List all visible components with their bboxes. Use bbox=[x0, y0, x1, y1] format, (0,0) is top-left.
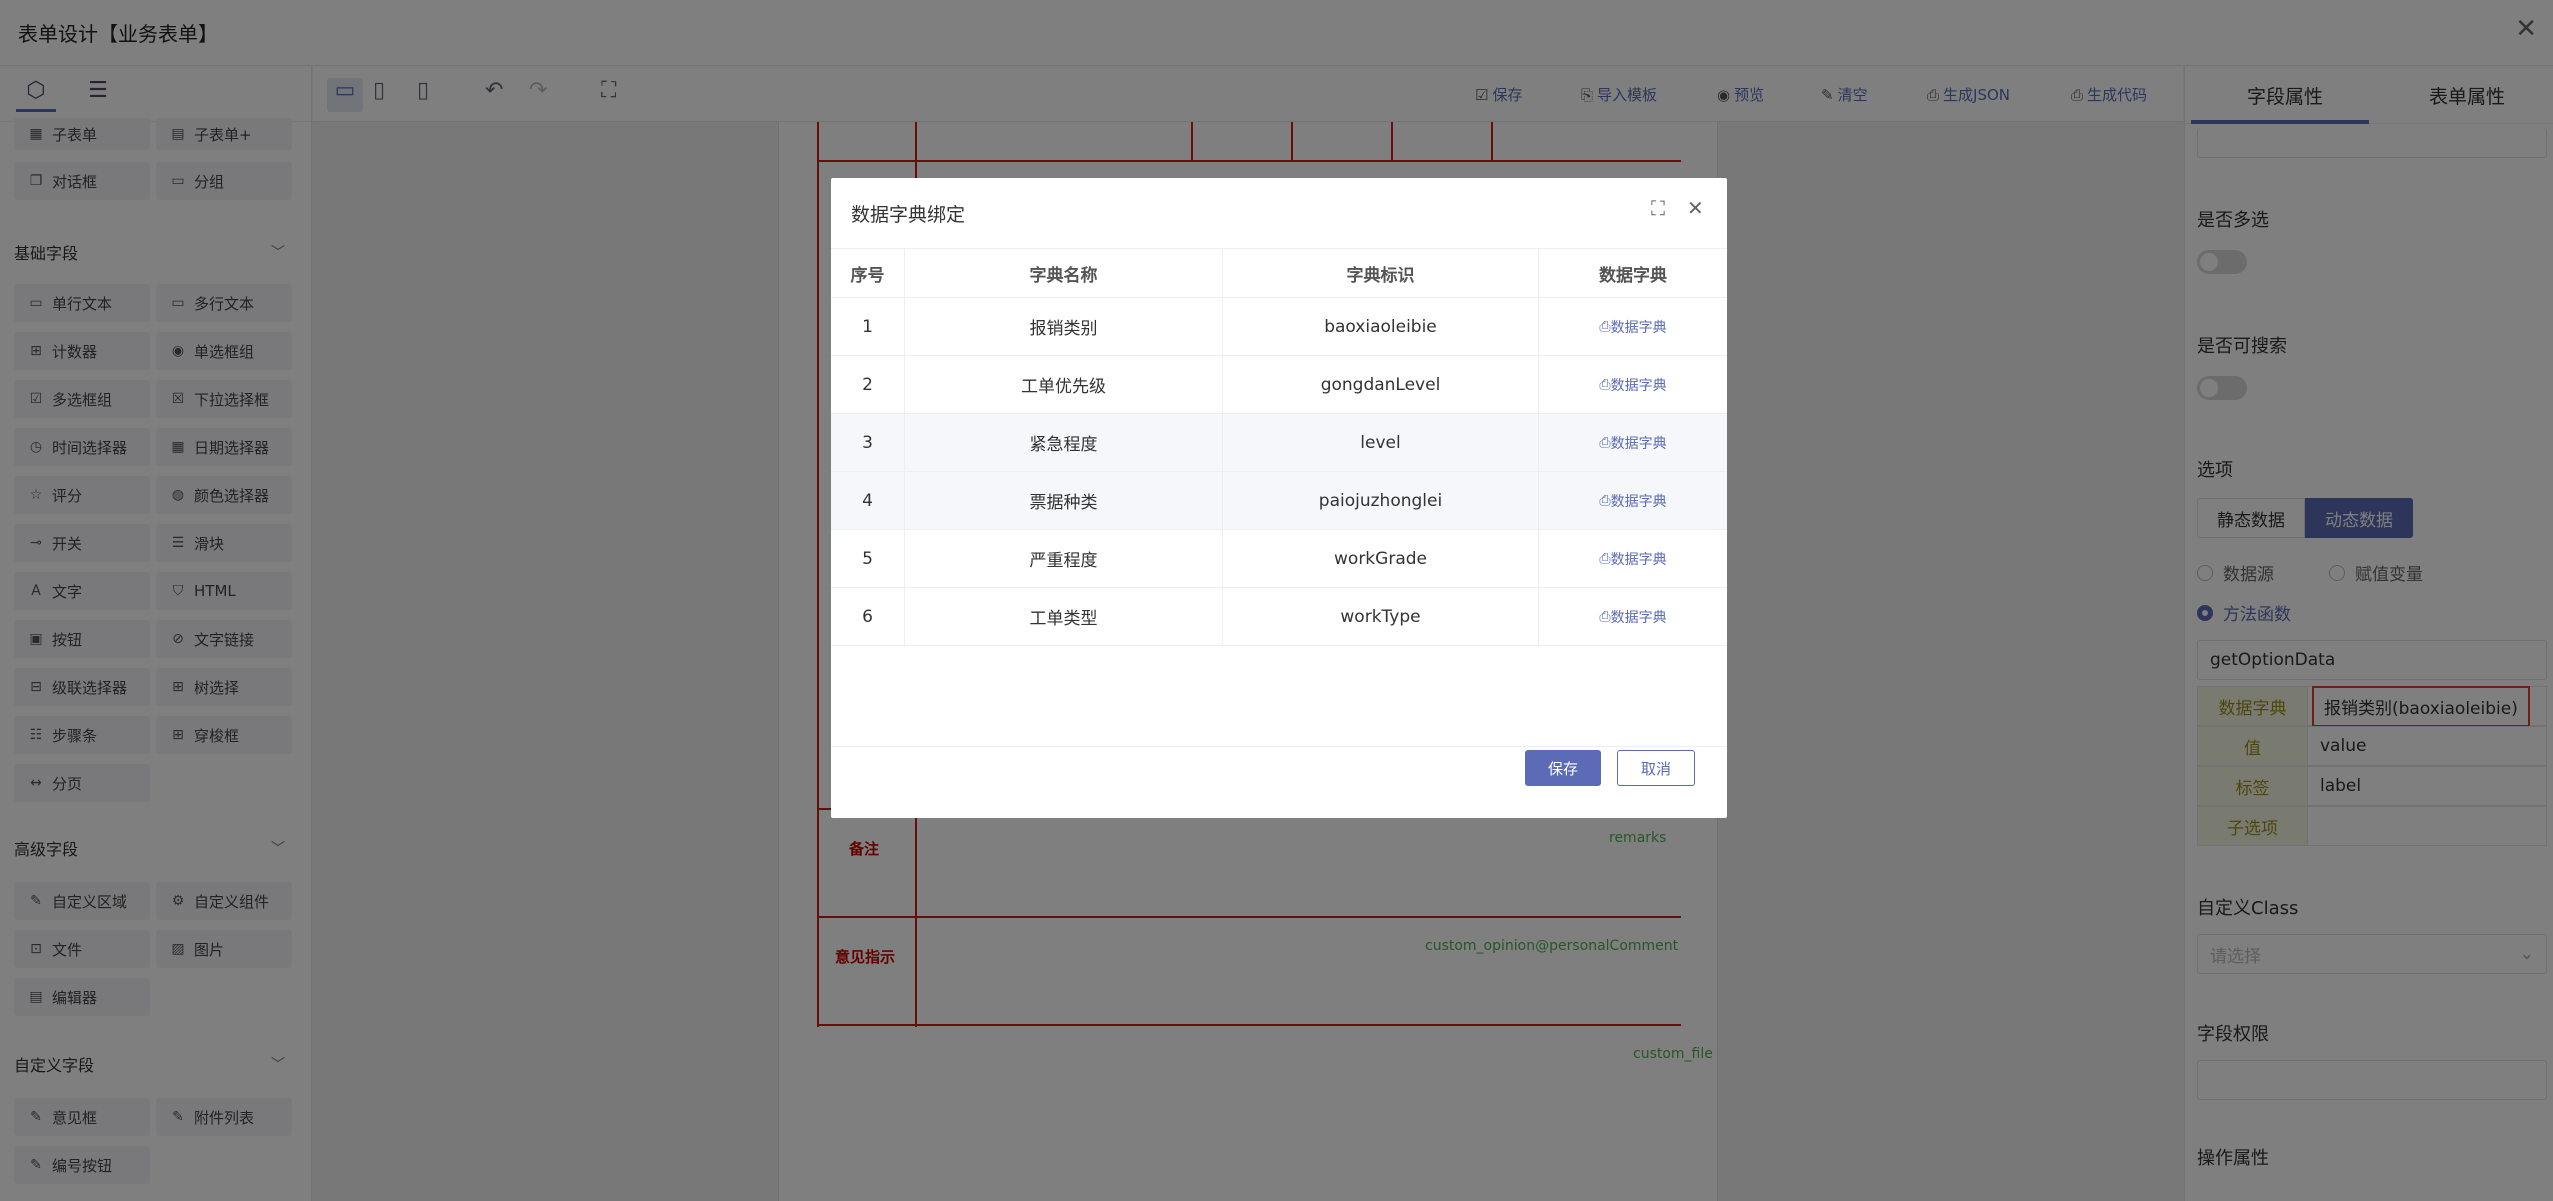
dict-link-icon: ⎙ bbox=[1599, 376, 1611, 393]
dict-link-icon: ⎙ bbox=[1599, 608, 1611, 625]
row-name: 报销类别 bbox=[905, 298, 1223, 355]
row-code: workType bbox=[1223, 588, 1539, 645]
row-dict-link[interactable]: ⎙ 数据字典 bbox=[1539, 472, 1727, 529]
dict-link-icon: ⎙ bbox=[1599, 434, 1611, 451]
table-row[interactable]: 5 严重程度 workGrade ⎙ 数据字典 bbox=[831, 530, 1727, 588]
row-no: 4 bbox=[831, 472, 905, 529]
header-code: 字典标识 bbox=[1223, 249, 1539, 297]
table-header: 序号 字典名称 字典标识 数据字典 bbox=[831, 248, 1727, 298]
row-code: gongdanLevel bbox=[1223, 356, 1539, 413]
row-dict-link[interactable]: ⎙ 数据字典 bbox=[1539, 356, 1727, 413]
row-code: baoxiaoleibie bbox=[1223, 298, 1539, 355]
table-row[interactable]: 1 报销类别 baoxiaoleibie ⎙ 数据字典 bbox=[831, 298, 1727, 356]
row-no: 3 bbox=[831, 414, 905, 471]
row-name: 严重程度 bbox=[905, 530, 1223, 587]
row-code: paiojuzhonglei bbox=[1223, 472, 1539, 529]
table-row[interactable]: 4 票据种类 paiojuzhonglei ⎙ 数据字典 bbox=[831, 472, 1727, 530]
row-no: 1 bbox=[831, 298, 905, 355]
dialog-title: 数据字典绑定 bbox=[851, 204, 966, 226]
header-dict: 数据字典 bbox=[1599, 265, 1667, 286]
dict-link-icon: ⎙ bbox=[1599, 550, 1611, 567]
close-icon[interactable]: ✕ bbox=[1687, 196, 1704, 220]
row-dict-link[interactable]: ⎙ 数据字典 bbox=[1539, 530, 1727, 587]
row-code: workGrade bbox=[1223, 530, 1539, 587]
row-dict-link[interactable]: ⎙ 数据字典 bbox=[1539, 298, 1727, 355]
header-no: 序号 bbox=[831, 249, 905, 297]
row-dict-link[interactable]: ⎙ 数据字典 bbox=[1539, 414, 1727, 471]
maximize-icon[interactable]: ⛶ bbox=[1651, 196, 1665, 220]
dict-dialog: 数据字典绑定 ⛶ ✕ 序号 字典名称 字典标识 数据字典 1 报销类别 baox… bbox=[831, 178, 1727, 818]
row-name: 票据种类 bbox=[905, 472, 1223, 529]
row-no: 5 bbox=[831, 530, 905, 587]
table-row[interactable]: 6 工单类型 workType ⎙ 数据字典 bbox=[831, 588, 1727, 646]
row-name: 紧急程度 bbox=[905, 414, 1223, 471]
header-name: 字典名称 bbox=[905, 249, 1223, 297]
row-code: level bbox=[1223, 414, 1539, 471]
row-name: 工单类型 bbox=[905, 588, 1223, 645]
table-row[interactable]: 2 工单优先级 gongdanLevel ⎙ 数据字典 bbox=[831, 356, 1727, 414]
cancel-button[interactable]: 取消 bbox=[1617, 750, 1695, 786]
dict-link-icon: ⎙ bbox=[1599, 318, 1611, 335]
row-no: 6 bbox=[831, 588, 905, 645]
row-name: 工单优先级 bbox=[905, 356, 1223, 413]
save-button[interactable]: 保存 bbox=[1525, 750, 1601, 786]
table-row[interactable]: 3 紧急程度 level ⎙ 数据字典 bbox=[831, 414, 1727, 472]
row-dict-link[interactable]: ⎙ 数据字典 bbox=[1539, 588, 1727, 645]
dict-link-icon: ⎙ bbox=[1599, 492, 1611, 509]
row-no: 2 bbox=[831, 356, 905, 413]
dialog-divider bbox=[831, 746, 1727, 747]
